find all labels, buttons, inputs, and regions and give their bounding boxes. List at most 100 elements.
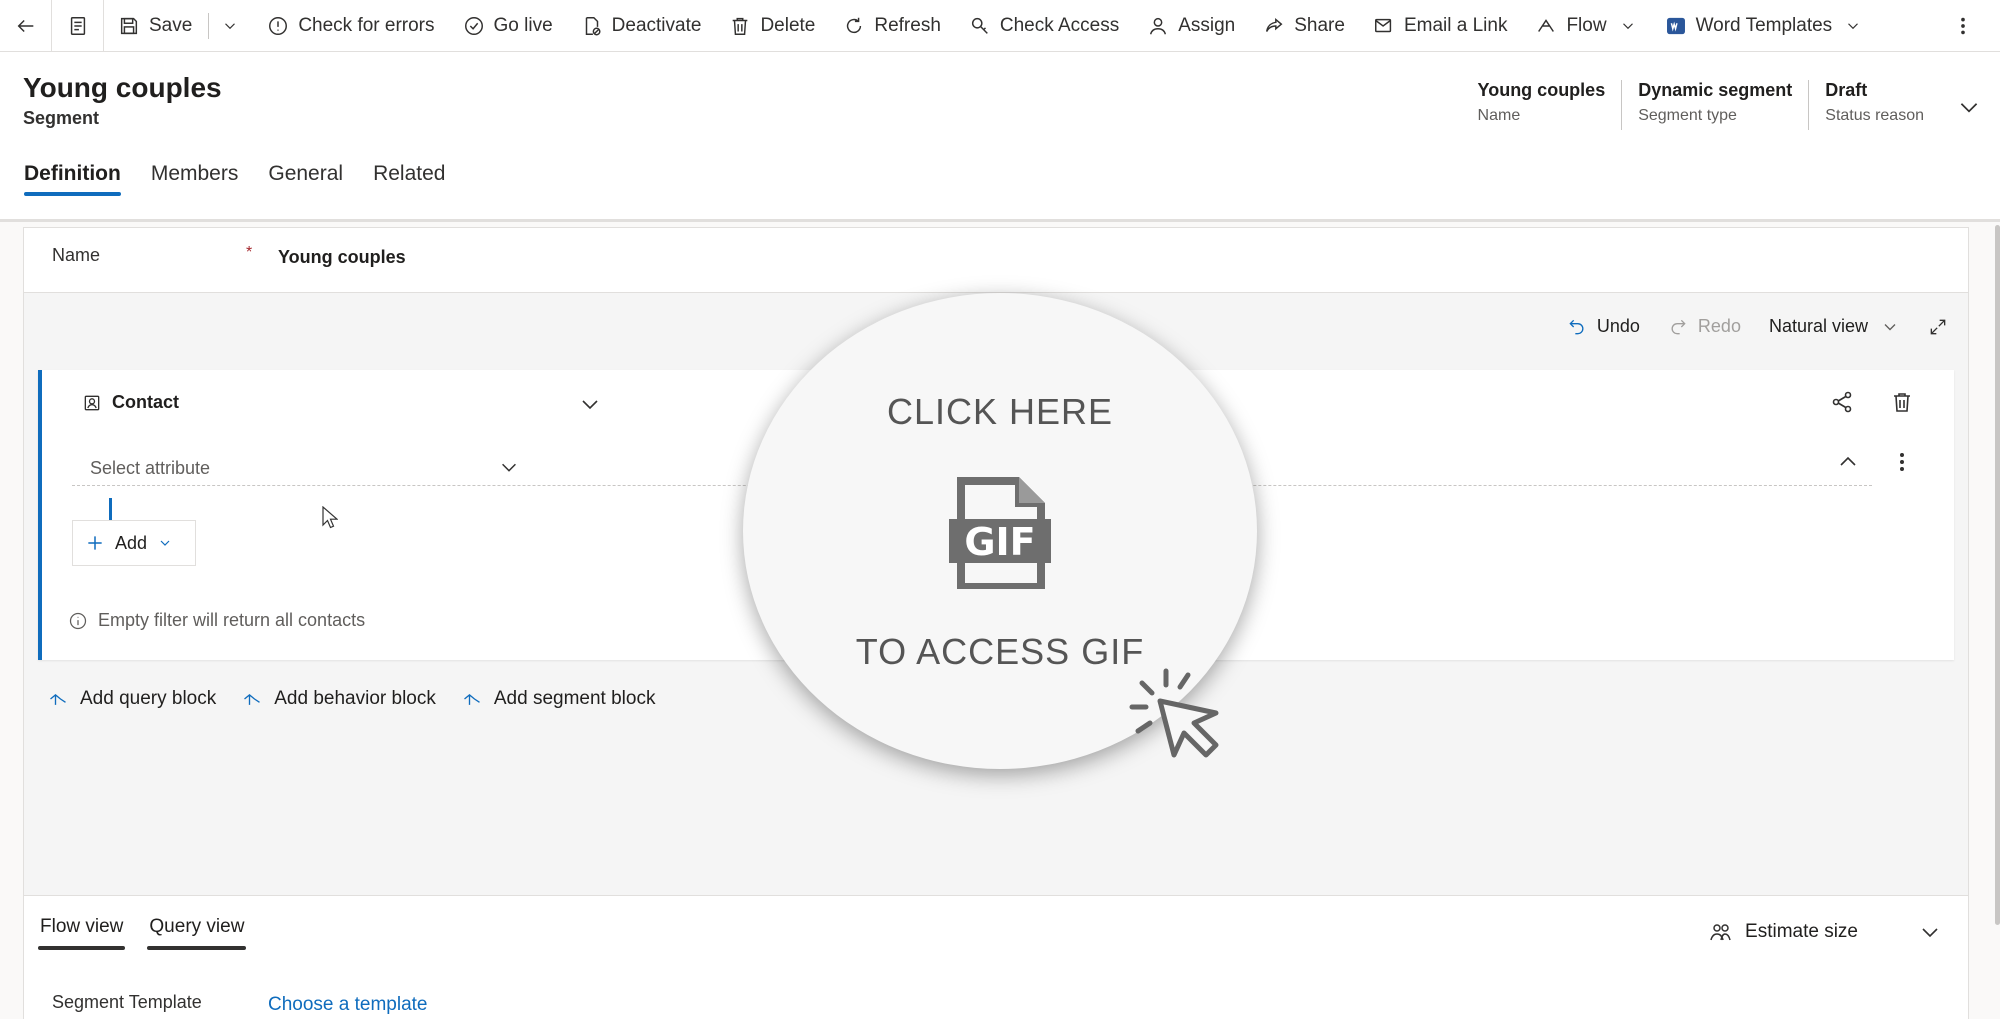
add-segment-block-button[interactable]: Add segment block [462,688,656,710]
add-block-links: Add query block Add behavior block Add s… [48,688,681,710]
add-condition-button[interactable]: Add [72,520,196,566]
email-link-button[interactable]: Email a Link [1359,0,1522,52]
deactivate-button[interactable]: Deactivate [567,0,716,52]
chevron-down-icon [225,22,236,29]
header-expand-button[interactable] [1956,94,1982,125]
chevron-down-icon [1922,928,1938,938]
check-access-button[interactable]: Check Access [955,0,1133,52]
entity-type-label: Segment [23,108,100,128]
collapse-button[interactable] [1836,450,1860,479]
delete-button[interactable]: Delete [715,0,829,52]
flow-icon [1538,18,1555,32]
chevron-down-icon [1622,22,1633,29]
entity-dropdown-toggle[interactable] [578,392,602,421]
undo-button[interactable]: Undo [1567,316,1640,337]
tab-flow-view[interactable]: Flow view [38,916,126,950]
tab-definition[interactable]: Definition [24,162,121,196]
chevron-down-icon [1884,323,1896,330]
email-link-label: Email a Link [1403,14,1508,36]
header-field-status-reason: Draft Status reason [1809,80,1940,130]
share-block-button[interactable] [1830,390,1854,419]
designer-toolbar: Undo Redo Natural view [1539,316,1948,337]
form-view-button[interactable] [52,0,104,52]
save-label: Save [149,14,193,36]
tab-general[interactable]: General [268,162,343,196]
view-mode-dropdown[interactable]: Natural view [1769,316,1900,337]
refresh-label: Refresh [874,14,941,36]
redo-icon [1671,319,1686,334]
word-icon [1666,17,1685,34]
arrow-left-icon [17,19,33,32]
attribute-placeholder: Select attribute [90,458,211,478]
gif-overlay[interactable]: CLICK HERE GIF TO ACCESS GIF [743,293,1257,769]
tab-members[interactable]: Members [151,162,239,196]
record-header: Young couples Segment Young couples Name… [0,52,2000,222]
add-segment-block-label: Add segment block [493,688,656,709]
attribute-dropdown-toggle[interactable] [498,456,520,483]
mail-link-icon [1374,18,1392,32]
add-query-block-button[interactable]: Add query block [48,688,216,710]
chevron-up-icon [1840,456,1856,466]
fullscreen-button[interactable] [1928,317,1948,337]
attribute-row-actions [1836,450,1914,479]
lower-panel-toggle[interactable] [1918,920,1942,949]
segment-template-label: Segment Template [52,992,202,1012]
name-input[interactable]: Young couples [278,247,406,268]
share-button[interactable]: Share [1249,0,1359,52]
share-icon [1266,17,1283,32]
view-mode-label: Natural view [1768,316,1868,336]
tab-query-view[interactable]: Query view [147,916,247,950]
refresh-icon [847,17,862,33]
check-access-label: Check Access [999,14,1120,36]
entity-selector[interactable]: Contact [82,392,179,413]
refresh-button[interactable]: Refresh [829,0,955,52]
chevron-down-icon [1960,103,1978,113]
assign-button[interactable]: Assign [1133,0,1249,52]
page-title: Young couples [23,72,222,103]
flow-button[interactable]: Flow [1521,0,1650,52]
save-button[interactable]: Save [104,0,206,52]
share-label: Share [1294,14,1345,36]
redo-button[interactable]: Redo [1668,316,1741,337]
estimate-size-button[interactable]: Estimate size [1709,920,1858,944]
name-label: Name [52,245,101,265]
alert-circle-icon [269,16,288,35]
plus-icon [88,536,102,550]
more-vertical-icon [1900,452,1905,471]
header-field-label: Status reason [1825,107,1924,124]
people-icon [1710,924,1731,941]
document-block-icon [585,16,601,35]
word-templates-button[interactable]: Word Templates [1651,0,1877,52]
overlay-top-text: CLICK HERE [886,391,1114,432]
tab-related[interactable]: Related [373,162,445,196]
query-block-actions [1830,390,1914,419]
more-options-button[interactable] [1890,450,1914,479]
mouse-pointer-icon [322,506,338,529]
divider [208,12,210,39]
expand-icon [1930,319,1946,334]
assign-label: Assign [1178,14,1236,36]
choose-template-link[interactable]: Choose a template [268,994,428,1016]
save-options-dropdown[interactable] [211,0,253,52]
trash-icon [1894,393,1910,412]
add-block-icon [244,693,261,705]
scrollbar[interactable] [1995,225,2000,925]
check-errors-button[interactable]: Check for errors [253,0,448,52]
chevron-down-icon [502,463,516,472]
go-live-label: Go live [493,14,553,36]
more-commands-button[interactable] [1938,0,2000,52]
gif-file-icon: GIF [949,477,1051,589]
form-tabs: Definition Members General Related [24,162,475,196]
delete-block-button[interactable] [1890,390,1914,419]
header-field-value: Young couples [1477,80,1606,100]
header-field-segment-type: Dynamic segment Segment type [1622,80,1810,130]
undo-icon [1569,319,1584,334]
info-icon [69,612,87,629]
add-block-icon [463,693,480,705]
back-button[interactable] [0,0,52,52]
check-circle-icon [464,16,483,35]
add-behavior-block-button[interactable]: Add behavior block [242,688,436,710]
go-live-button[interactable]: Go live [449,0,567,52]
estimate-label: Estimate size [1745,921,1858,942]
gif-label: GIF [964,520,1035,564]
